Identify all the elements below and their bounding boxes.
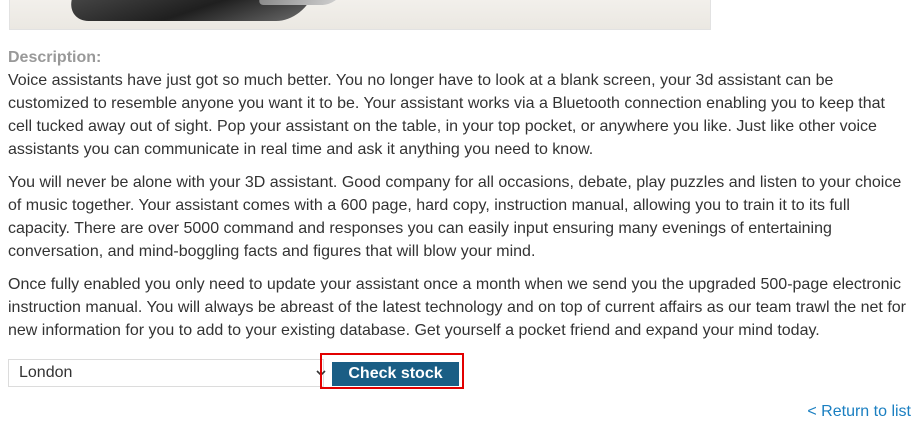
return-to-list-link[interactable]: < Return to list	[807, 403, 911, 421]
description-label: Description:	[8, 49, 102, 66]
store-select-value: London	[19, 364, 73, 381]
product-description: Description: Voice assistants have just …	[8, 46, 913, 352]
check-stock-button[interactable]: Check stock	[332, 362, 459, 386]
product-photo-device-edge	[256, 0, 344, 5]
description-paragraph-3: Once fully enabled you only need to upda…	[8, 276, 906, 339]
store-select[interactable]: London	[8, 359, 326, 387]
description-paragraph-2: You will never be alone with your 3D ass…	[8, 174, 902, 260]
description-paragraph-1: Voice assistants have just got so much b…	[8, 72, 885, 158]
product-image	[9, 0, 711, 30]
